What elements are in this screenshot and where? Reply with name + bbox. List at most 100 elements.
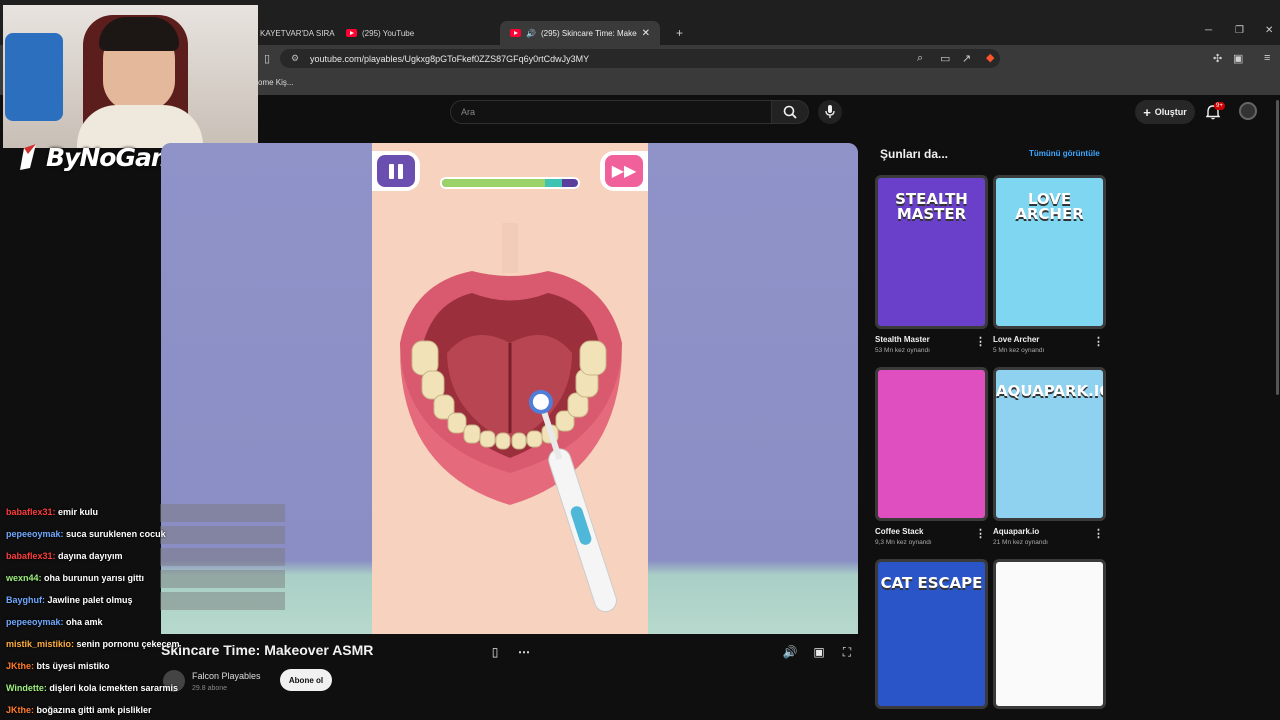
chat-text: bts üyesi mistiko bbox=[36, 661, 110, 671]
chat-message: JKthe: bts üyesi mistiko bbox=[6, 661, 110, 671]
chat-username: babaflex31: bbox=[6, 507, 59, 517]
playable-card-plays: 53 Mn kez oynandı bbox=[875, 347, 930, 354]
chat-username: mistik_mistikio: bbox=[6, 639, 77, 649]
close-window-icon[interactable]: ✕ bbox=[1265, 25, 1273, 36]
chat-text: emir kulu bbox=[58, 507, 99, 517]
tab-youtube[interactable]: (295) YouTube bbox=[336, 21, 496, 45]
search-icon bbox=[783, 105, 797, 119]
chat-message: babaflex31: dayına dayıyım bbox=[6, 551, 123, 561]
mouth-illustration bbox=[400, 223, 622, 613]
screen: KAYETVAR'DA SIRA (295) YouTube 🔊 (295) S… bbox=[0, 0, 1280, 720]
chat-username: JKthe: bbox=[6, 661, 37, 671]
playable-card-thumbnail[interactable] bbox=[993, 559, 1106, 709]
thumbnail-title-art: AQUAPARK.IO bbox=[996, 382, 1106, 400]
bookmark-icon[interactable]: ▯ bbox=[264, 52, 270, 65]
youtube-favicon-icon bbox=[510, 29, 521, 37]
tab-label: (295) YouTube bbox=[362, 28, 415, 38]
playable-card-title[interactable]: Aquapark.io bbox=[993, 527, 1039, 536]
playable-card-thumbnail[interactable] bbox=[875, 367, 988, 521]
chat-text: oha amk bbox=[66, 617, 103, 627]
pen-logo-icon bbox=[20, 144, 36, 170]
chat-message: pepeeoymak: suca suruklenen cocuk bbox=[6, 529, 166, 539]
page-scrollbar[interactable] bbox=[1276, 100, 1279, 395]
chat-username: wexn44: bbox=[6, 573, 45, 583]
view-all-link[interactable]: Tümünü görüntüle bbox=[1029, 149, 1100, 158]
thumbnail-title-art: LOVE ARCHER bbox=[1015, 190, 1084, 223]
chat-text: Jawline palet olmuş bbox=[47, 595, 133, 605]
site-info-icon[interactable]: ⚙ bbox=[291, 53, 299, 64]
chat-text: suca suruklenen cocuk bbox=[66, 529, 166, 539]
save-bookmark-icon[interactable]: ▯ bbox=[486, 643, 504, 661]
restore-icon[interactable]: ❐ bbox=[1235, 25, 1244, 36]
search-placeholder: Ara bbox=[461, 107, 476, 117]
thumbnail-title-art: CAT ESCAPE bbox=[880, 574, 983, 592]
new-tab-button[interactable]: + bbox=[666, 21, 693, 45]
playable-card-thumbnail[interactable]: CAT ESCAPE bbox=[875, 559, 988, 709]
miniplayer-icon[interactable]: ▣ bbox=[810, 643, 828, 661]
playable-card-plays: 9,3 Mn kez oynandı bbox=[875, 539, 932, 546]
wallet-icon[interactable]: ▣ bbox=[1233, 52, 1243, 65]
share-icon[interactable]: ↗ bbox=[962, 52, 971, 65]
playable-card-title[interactable]: Stealth Master bbox=[875, 335, 930, 344]
volume-icon[interactable]: 🔊 bbox=[781, 643, 799, 661]
chat-username: Windette: bbox=[6, 683, 50, 693]
streamer-hair bbox=[99, 17, 179, 51]
chat-message: pepeeoymak: oha amk bbox=[6, 617, 103, 627]
youtube-favicon-icon bbox=[346, 29, 357, 37]
chat-row-background bbox=[160, 526, 285, 544]
create-label: Oluştur bbox=[1154, 107, 1187, 117]
chat-text: oha burunun yarısı gittı bbox=[44, 573, 145, 583]
cast-icon[interactable]: ▭ bbox=[940, 52, 950, 65]
bookmark-item[interactable]: ome Kiş... bbox=[258, 78, 294, 87]
playable-card-thumbnail[interactable]: STEALTH MASTER bbox=[875, 175, 988, 329]
player-backdrop-right bbox=[648, 143, 858, 634]
stream-chat: babaflex31: emir kulu pepeeoymak: suca su… bbox=[0, 503, 290, 720]
url-field[interactable]: ⚙ youtube.com/playables/Ugkxg8pGToFkef0Z… bbox=[280, 49, 1000, 68]
chat-message: babaflex31: emir kulu bbox=[6, 507, 98, 517]
chat-username: JKthe: bbox=[6, 705, 37, 715]
playable-card-thumbnail[interactable]: AQUAPARK.IO bbox=[993, 367, 1106, 521]
speaker-icon: 🔊 bbox=[526, 28, 536, 38]
card-more-options-icon[interactable]: ⋮ bbox=[1093, 335, 1104, 348]
chat-text: dişleri kola icmekten sararmis bbox=[49, 683, 178, 693]
chat-username: babaflex31: bbox=[6, 551, 59, 561]
game-canvas[interactable]: ▶▶ bbox=[372, 143, 648, 634]
chat-message: wexn44: oha burunun yarısı gittı bbox=[6, 573, 144, 583]
create-button[interactable]: + Oluştur bbox=[1135, 100, 1195, 124]
chat-row-background bbox=[160, 504, 285, 522]
plus-icon: + bbox=[1143, 104, 1151, 120]
search-input[interactable]: Ara bbox=[450, 100, 772, 124]
minimize-icon[interactable]: ─ bbox=[1205, 25, 1212, 36]
chat-text: senin pornonu çekecem bbox=[76, 639, 180, 649]
chat-message: Bayghuf: Jawline palet olmuş bbox=[6, 595, 133, 605]
chat-message: Windette: dişleri kola icmekten sararmis bbox=[6, 683, 178, 693]
webcam-overlay bbox=[3, 5, 258, 148]
card-more-options-icon[interactable]: ⋮ bbox=[975, 335, 986, 348]
search-button[interactable] bbox=[771, 100, 809, 124]
playable-card-title[interactable]: Love Archer bbox=[993, 335, 1039, 344]
microphone-icon bbox=[825, 105, 835, 118]
fullscreen-icon[interactable]: ⛶ bbox=[838, 643, 856, 661]
zoom-icon[interactable]: ⌕ bbox=[917, 52, 923, 65]
tab-skincare[interactable]: 🔊 (295) Skincare Time: Makeover ✕ bbox=[500, 21, 660, 45]
playable-card-plays: 21 Mn kez oynandı bbox=[993, 539, 1048, 546]
playable-card-plays: 5 Mn kez oynandı bbox=[993, 347, 1045, 354]
extensions-icon[interactable]: ✣ bbox=[1213, 52, 1222, 65]
card-more-options-icon[interactable]: ⋮ bbox=[1093, 527, 1104, 540]
playable-card-thumbnail[interactable]: LOVE ARCHER bbox=[993, 175, 1106, 329]
card-more-options-icon[interactable]: ⋮ bbox=[975, 527, 986, 540]
tab-label: KAYETVAR'DA SIRA bbox=[260, 28, 335, 38]
notification-badge: 9+ bbox=[1214, 102, 1225, 110]
tab-label: (295) Skincare Time: Makeover bbox=[540, 28, 637, 38]
close-tab-icon[interactable]: ✕ bbox=[642, 28, 650, 39]
menu-icon[interactable]: ≡ bbox=[1264, 52, 1270, 64]
chat-row-background bbox=[160, 548, 285, 566]
brave-shield-icon[interactable]: ◆ bbox=[986, 51, 994, 64]
voice-search-button[interactable] bbox=[818, 100, 842, 124]
playable-card-title[interactable]: Coffee Stack bbox=[875, 527, 923, 536]
chat-row-background bbox=[160, 592, 285, 610]
tab-kayetvar[interactable]: KAYETVAR'DA SIRA bbox=[250, 21, 335, 45]
sidebar-title: Şunları da... bbox=[880, 147, 949, 161]
more-options-icon[interactable]: ⋯ bbox=[515, 643, 533, 661]
account-avatar[interactable] bbox=[1239, 102, 1257, 120]
